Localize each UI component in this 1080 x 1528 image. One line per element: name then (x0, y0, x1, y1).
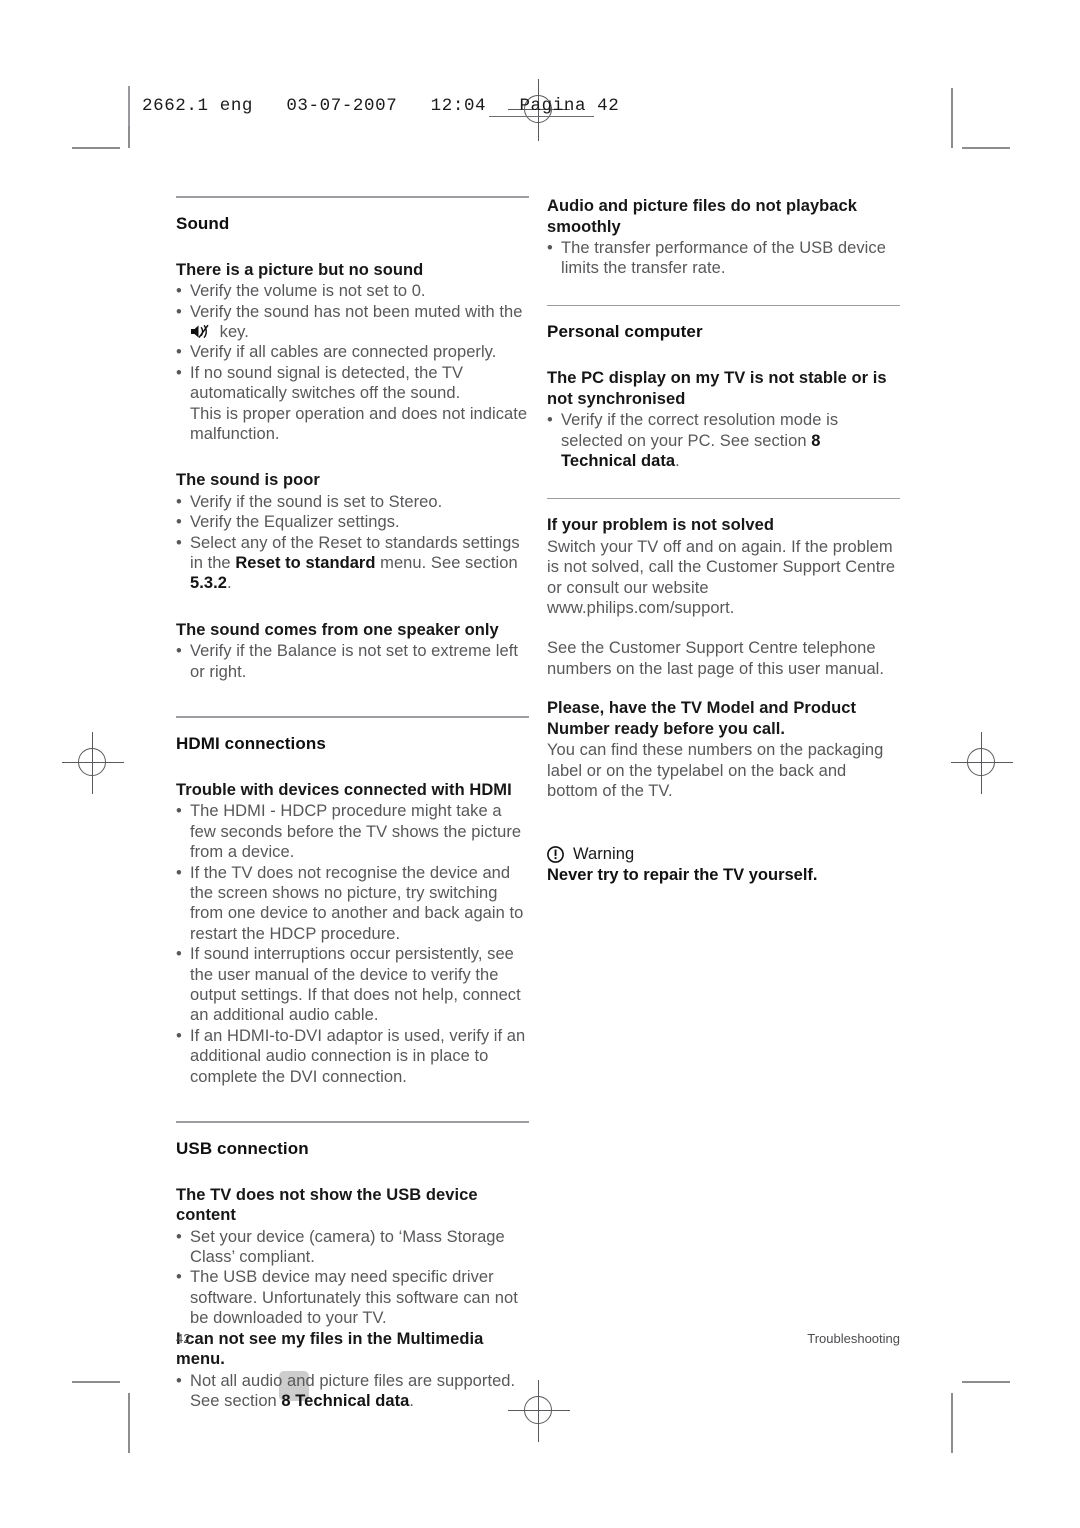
print-slug: 2662.1 eng 03-07-2007 12:04 Pagina 42 (128, 86, 619, 126)
list-item: Verify the volume is not set to 0. (176, 281, 529, 302)
rich-text: Verify if the correct resolution mode is… (561, 411, 839, 471)
list-item: Verify if the correct resolution mode is… (547, 410, 900, 471)
section-title-personal-computer: Personal computer (547, 322, 703, 342)
subheading-model-product-number: Please, have the TV Model and Product Nu… (547, 699, 857, 738)
list-item: The HDMI - HDCP procedure might take a f… (176, 801, 529, 862)
list-item: Verify if all cables are connected prope… (176, 342, 529, 363)
warning-label: Warning (573, 845, 635, 864)
section-rule-hdmi (176, 716, 529, 718)
section-rule-personal-computer (547, 304, 900, 307)
crop-mark-bottom-right-vertical (951, 1393, 953, 1453)
list-item: The transfer performance of the USB devi… (547, 238, 900, 279)
list-item: Verify if the sound is set to Stereo. (176, 492, 529, 513)
bullet-list-one-speaker-only: Verify if the Balance is not set to extr… (176, 641, 529, 682)
subheading-sound-is-poor: The sound is poor (176, 471, 320, 490)
rich-text: Select any of the Reset to standards set… (190, 533, 520, 593)
subheading-multimedia-files: I can not see my files in the Multimedia… (176, 1329, 484, 1369)
paragraph-find-numbers: You can find these numbers on the packag… (547, 741, 884, 800)
list-item: Verify if the Balance is not set to extr… (176, 641, 529, 682)
section-title-sound: Sound (176, 213, 230, 233)
list-item: If the TV does not recognise the device … (176, 863, 529, 945)
section-title-hdmi: HDMI connections (176, 733, 326, 753)
subheading-playback-smoothly: Audio and picture files do not playback … (547, 197, 857, 236)
left-column: Sound There is a picture but no sound Ve… (176, 196, 529, 1411)
section-title-usb: USB connection (176, 1138, 309, 1158)
subheading-picture-no-sound: There is a picture but no sound (176, 260, 424, 279)
bullet-list-usb-no-content: Set your device (camera) to ‘Mass Storag… (176, 1227, 529, 1329)
crop-mark-top-right-vertical (951, 88, 953, 148)
bullet-list-picture-no-sound: Verify the volume is not set to 0. Verif… (176, 281, 529, 444)
crop-mark-top-left-horizontal (72, 147, 120, 149)
section-rule-sound (176, 196, 529, 198)
bullet-list-playback-smoothly: The transfer performance of the USB devi… (547, 238, 900, 279)
mute-key-line: key. (190, 322, 529, 342)
list-item: Set your device (camera) to ‘Mass Storag… (176, 1227, 529, 1268)
print-slug-rule (489, 116, 594, 118)
footer-page-number: 42 (176, 1331, 191, 1346)
crop-mark-bottom-left-horizontal (72, 1381, 120, 1383)
subheading-hdmi-trouble: Trouble with devices connected with HDMI (176, 780, 512, 799)
paragraph-switch-tv-off: Switch your TV off and on again. If the … (547, 537, 896, 617)
section-rule-usb (176, 1120, 529, 1123)
document-page: 2662.1 eng 03-07-2007 12:04 Pagina 42 So… (0, 0, 1080, 1528)
warning-icon (547, 846, 564, 864)
paragraph-support-numbers: See the Customer Support Centre telephon… (547, 639, 885, 678)
bullet-list-sound-is-poor: Verify if the sound is set to Stereo. Ve… (176, 492, 529, 594)
bullet-list-multimedia-files: Not all audio and picture files are supp… (176, 1371, 529, 1412)
section-rule-not-solved (547, 497, 900, 500)
list-item: The USB device may need specific driver … (176, 1267, 529, 1328)
registration-mark-right-middle (951, 732, 1013, 794)
bullet-list-hdmi-trouble: The HDMI - HDCP procedure might take a f… (176, 801, 529, 1087)
list-item-continuation: This is proper operation and does not in… (190, 404, 528, 443)
bullet-list-pc-display-unstable: Verify if the correct resolution mode is… (547, 410, 900, 471)
list-item: Select any of the Reset to standards set… (176, 533, 529, 594)
right-column: Audio and picture files do not playback … (547, 196, 900, 886)
crop-mark-top-right-horizontal (962, 147, 1010, 149)
list-item: Verify the sound has not been muted with… (176, 302, 529, 343)
subheading-usb-no-content: The TV does not show the USB device cont… (176, 1185, 478, 1225)
crop-mark-bottom-right-horizontal (962, 1381, 1010, 1383)
mute-icon (190, 324, 212, 339)
subheading-pc-display-unstable: The PC display on my TV is not stable or… (547, 369, 887, 408)
subheading-problem-not-solved: If your problem is not solved (547, 516, 774, 535)
rich-text: Not all audio and picture files are supp… (190, 1371, 516, 1410)
warning-text: Never try to repair the TV yourself. (547, 866, 818, 885)
list-item: If an HDMI-to-DVI adaptor is used, verif… (176, 1026, 529, 1087)
list-item: Verify the Equalizer settings. (176, 512, 529, 533)
list-item: If no sound signal is detected, the TV a… (176, 363, 529, 445)
list-item: If sound interruptions occur persistentl… (176, 944, 529, 1026)
crop-mark-bottom-left-vertical (128, 1393, 130, 1453)
subheading-one-speaker-only: The sound comes from one speaker only (176, 620, 499, 639)
warning-block: Warning (547, 845, 900, 864)
list-item: Not all audio and picture files are supp… (176, 1371, 529, 1412)
registration-mark-left-middle (62, 732, 124, 794)
footer-chapter-name: Troubleshooting (807, 1331, 900, 1346)
